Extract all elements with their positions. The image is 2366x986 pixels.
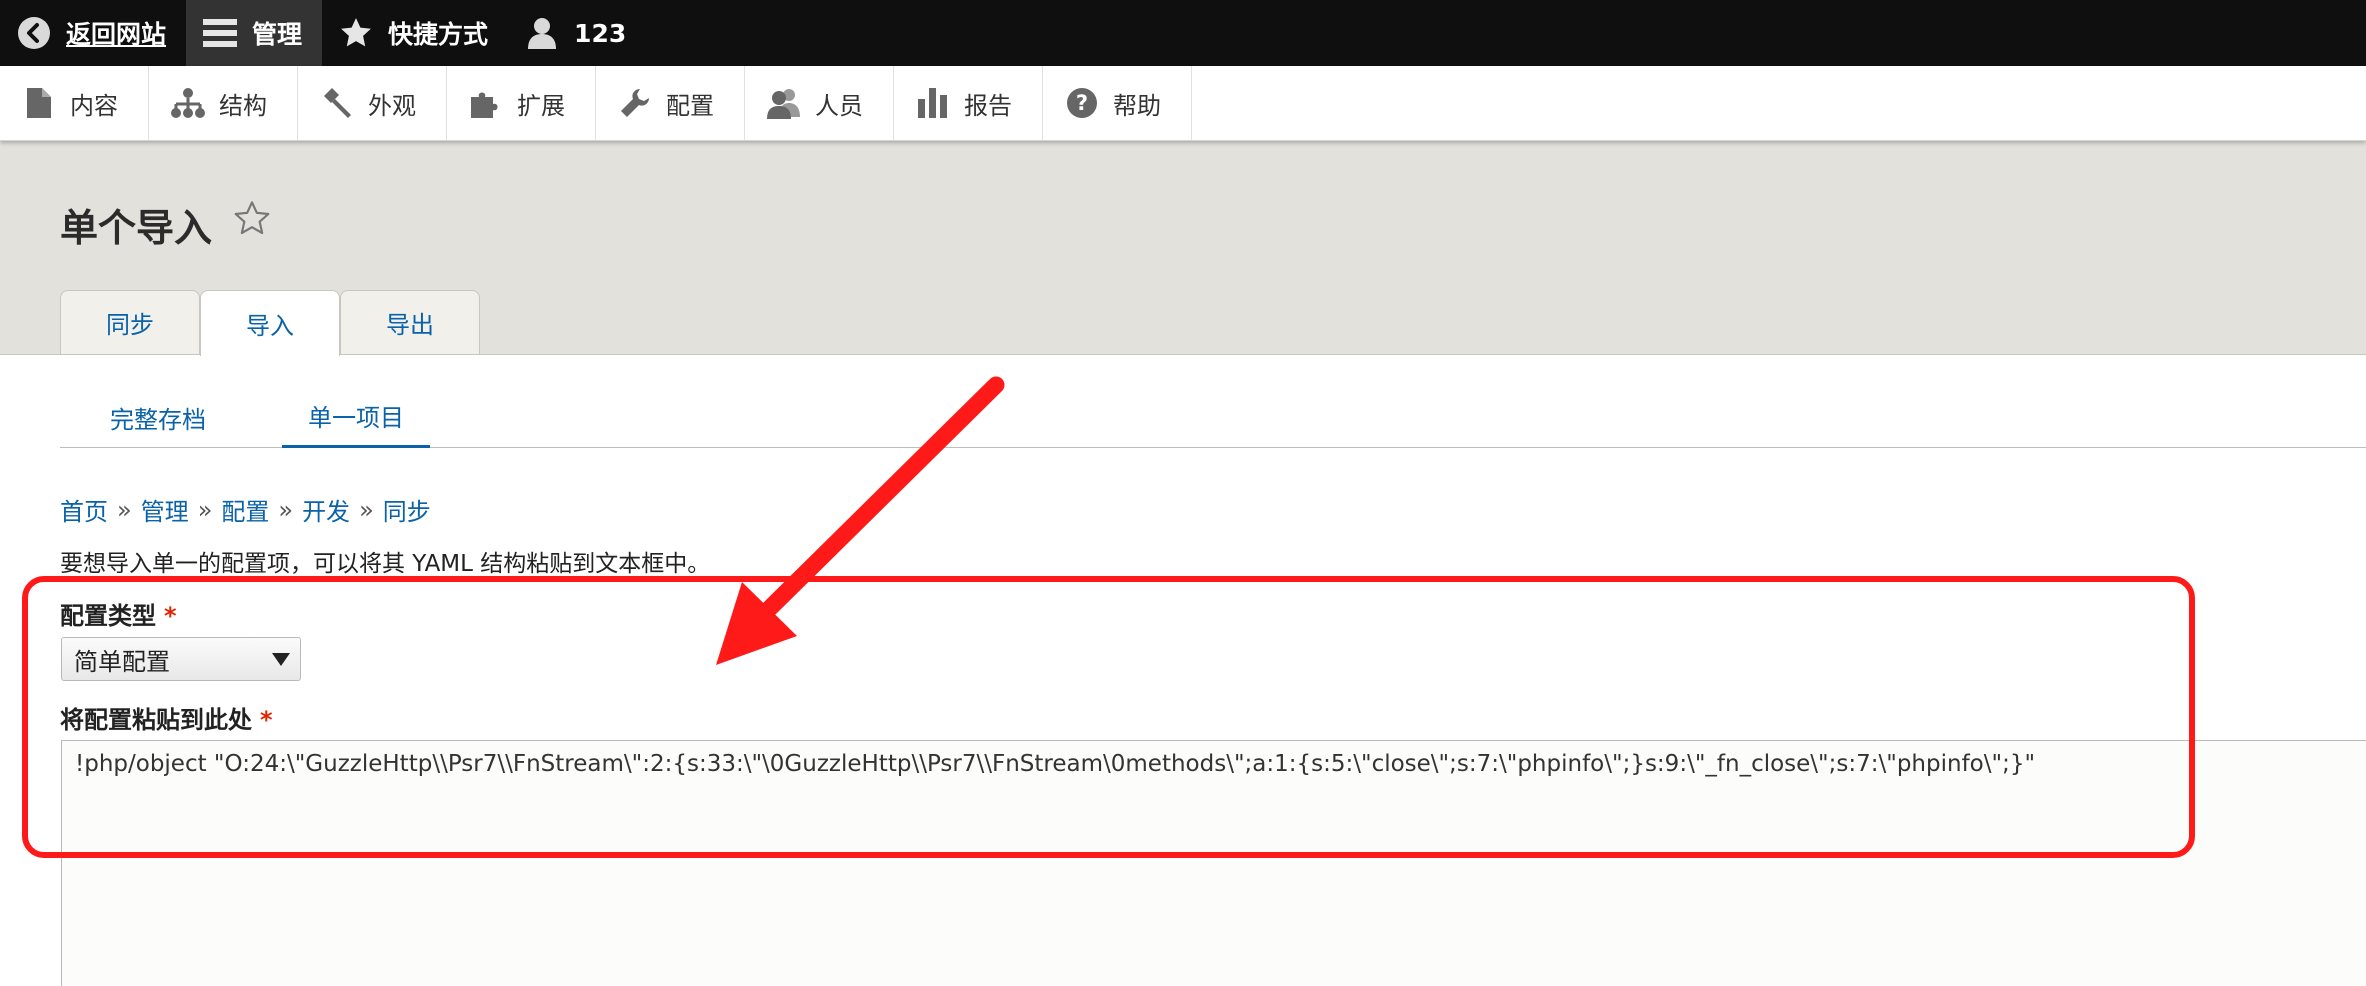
back-to-site-label: 返回网站	[66, 20, 167, 49]
back-to-site-link[interactable]: 返回网站	[0, 0, 186, 66]
config-type-label: 配置类型 *	[60, 596, 177, 631]
tray-item-help[interactable]: ? 帮助	[1043, 66, 1192, 140]
page-title: 单个导入	[60, 206, 213, 250]
breadcrumb-link-sync[interactable]: 同步	[383, 492, 431, 527]
tray-item-label: 扩展	[517, 91, 565, 120]
breadcrumb-link-manage[interactable]: 管理	[141, 492, 189, 527]
shortcut-star-icon[interactable]	[232, 199, 272, 239]
subtab-full-archive[interactable]: 完整存档	[60, 386, 256, 448]
page-header: 单个导入 同步 导入 导出	[0, 141, 2366, 356]
user-label: 123	[574, 18, 627, 48]
config-type-select[interactable]: 简单配置	[61, 637, 301, 681]
subtab-single-item[interactable]: 单一项目	[282, 386, 430, 448]
breadcrumb-link-home[interactable]: 首页	[60, 492, 108, 527]
breadcrumb-link-config[interactable]: 配置	[221, 492, 269, 527]
breadcrumb-separator: »	[197, 495, 213, 524]
tab-sync[interactable]: 同步	[60, 290, 200, 354]
tray-item-content[interactable]: 内容	[0, 66, 149, 140]
tray-item-label: 结构	[219, 91, 267, 120]
people-icon	[767, 86, 801, 120]
hamburger-icon	[202, 15, 238, 51]
caret-down-icon	[272, 653, 290, 666]
sitemap-icon	[171, 86, 205, 120]
bar-chart-icon	[916, 86, 950, 120]
file-icon	[22, 86, 56, 120]
admin-toolbar: 返回网站 管理 快捷方式 123	[0, 0, 2366, 66]
breadcrumb-link-development[interactable]: 开发	[302, 492, 350, 527]
shortcuts-label: 快捷方式	[388, 20, 489, 49]
config-type-label-text: 配置类型	[60, 602, 156, 630]
paintbrush-icon	[320, 86, 354, 120]
primary-tabs: 同步 导入 导出	[60, 290, 480, 356]
breadcrumb-separator: »	[278, 495, 294, 524]
tray-item-structure[interactable]: 结构	[149, 66, 298, 140]
paste-config-textarea[interactable]: !php/object "O:24:\"GuzzleHttp\\Psr7\\Fn…	[61, 740, 2366, 986]
secondary-tabs: 完整存档 单一项目	[60, 386, 2366, 448]
shortcuts-menu-button[interactable]: 快捷方式	[322, 0, 508, 66]
svg-text:?: ?	[1076, 91, 1088, 115]
tray-item-reports[interactable]: 报告	[894, 66, 1043, 140]
tray-item-config[interactable]: 配置	[596, 66, 745, 140]
wrench-icon	[618, 86, 652, 120]
tray-item-appearance[interactable]: 外观	[298, 66, 447, 140]
breadcrumb-separator: »	[117, 495, 132, 524]
tab-import[interactable]: 导入	[200, 290, 340, 356]
chevron-left-circle-icon	[16, 15, 52, 51]
tray-item-extend[interactable]: 扩展	[447, 66, 596, 140]
tray-item-label: 内容	[70, 91, 118, 120]
page-description: 要想导入单一的配置项，可以将其 YAML 结构粘贴到文本框中。	[60, 551, 711, 577]
required-marker: *	[260, 706, 273, 734]
manage-label: 管理	[252, 20, 303, 49]
tab-export[interactable]: 导出	[340, 290, 480, 354]
tray-item-label: 配置	[666, 91, 714, 120]
user-icon	[524, 15, 560, 51]
paste-config-label: 将配置粘贴到此处 *	[60, 700, 273, 735]
user-menu-button[interactable]: 123	[508, 0, 646, 66]
tray-item-people[interactable]: 人员	[745, 66, 894, 140]
admin-tray: 内容 结构 外观 扩展 配置 人员 报告 ? 帮助	[0, 66, 2366, 141]
config-type-value: 简单配置	[74, 647, 170, 676]
required-marker: *	[164, 602, 177, 630]
tray-item-label: 报告	[964, 91, 1012, 120]
tray-item-label: 帮助	[1113, 91, 1161, 120]
question-icon: ?	[1065, 86, 1099, 120]
paste-config-label-text: 将配置粘贴到此处	[60, 706, 252, 734]
breadcrumb-separator: »	[359, 495, 374, 524]
star-icon	[338, 15, 374, 51]
puzzle-icon	[469, 86, 503, 120]
manage-menu-button[interactable]: 管理	[186, 0, 323, 66]
tray-item-label: 人员	[815, 91, 863, 120]
breadcrumb: 首页 » 管理 » 配置 » 开发 » 同步	[60, 492, 431, 527]
tray-item-label: 外观	[368, 91, 416, 120]
